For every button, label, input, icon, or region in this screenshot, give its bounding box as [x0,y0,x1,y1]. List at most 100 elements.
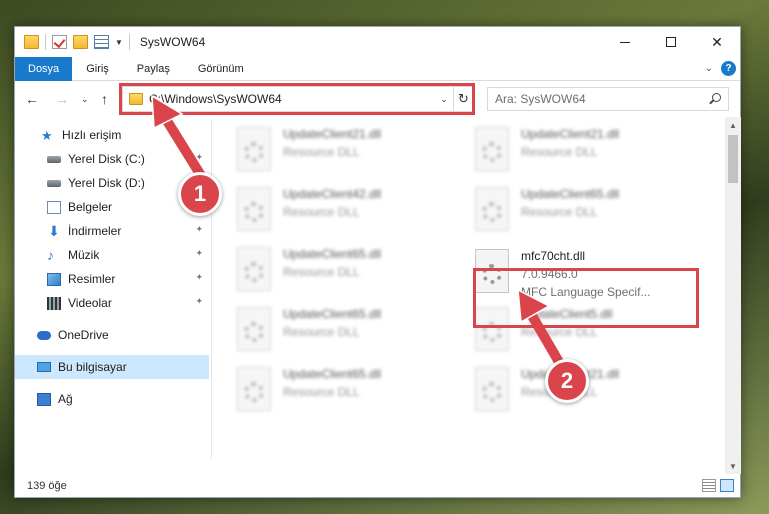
forward-button[interactable]: → [55,91,69,107]
tab-home[interactable]: Giriş [72,57,123,81]
up-button[interactable]: ↑ [101,91,108,107]
documents-icon [47,200,61,214]
file-description: Resource DLL [521,145,598,159]
file-name: UpdateClient42.dll [283,187,382,201]
file-name: mfc70cht.dll [521,249,586,263]
address-highlight-box [119,83,475,115]
new-folder-icon[interactable] [73,35,88,49]
sidebar-item-quick-access[interactable]: ★ Hızlı erişim [15,123,209,147]
dll-file-icon [237,187,271,231]
sidebar-item-label: Müzik [68,248,100,262]
file-item[interactable]: UpdateClient21.dll Resource DLL [451,123,676,183]
file-item[interactable]: UpdateClient65.dll Resource DLL [213,303,438,363]
file-name: UpdateClient21.dll [283,127,382,141]
gear-icon [482,202,502,222]
sidebar-item-videos[interactable]: Videolar ✦ [15,291,209,315]
tab-view[interactable]: Görünüm [184,57,258,81]
sidebar-item-label: OneDrive [58,328,109,342]
dll-file-icon [237,367,271,411]
file-description: Resource DLL [283,265,360,279]
pane-splitter[interactable] [211,119,212,459]
pin-icon[interactable]: ✦ [195,224,203,235]
qat-dropdown-icon[interactable]: ▼ [115,38,123,47]
dll-file-icon [237,127,271,171]
scroll-thumb[interactable] [728,135,738,183]
sidebar-item-network[interactable]: Ağ [15,387,209,411]
sidebar-item-label: İndirmeler [68,224,122,238]
search-icon[interactable] [712,93,721,102]
gear-icon [244,202,264,222]
status-bar: 139 öğe [15,475,740,497]
back-button[interactable]: ← [25,91,39,107]
file-name: UpdateClient65.dll [521,187,620,201]
file-list: UpdateClient21.dll Resource DLL UpdateCl… [213,119,725,474]
pin-icon[interactable]: ✦ [195,152,203,163]
vertical-scrollbar[interactable]: ▲ ▼ [725,117,741,474]
sidebar-item-label: Videolar [68,296,112,310]
disk-icon [47,155,61,163]
sidebar-item-disk-c[interactable]: Yerel Disk (C:) ✦ [15,147,209,171]
scroll-up-icon[interactable]: ▲ [725,117,741,133]
expand-ribbon-icon[interactable]: ⌄ [705,63,713,74]
sidebar-item-music[interactable]: ♪ Müzik ✦ [15,243,209,267]
sidebar-item-downloads[interactable]: ⬇ İndirmeler ✦ [15,219,209,243]
help-icon[interactable]: ? [721,61,736,76]
minimize-button[interactable] [602,27,648,57]
item-count: 139 öğe [27,480,67,492]
file-description: Resource DLL [521,205,598,219]
recent-locations-button[interactable]: ⌄ [81,94,89,105]
navigation-pane: ★ Hızlı erişim Yerel Disk (C:) ✦ Yerel D… [15,119,209,474]
quick-access-toolbar: ▼ [15,34,130,50]
properties-check-icon[interactable] [52,35,67,49]
sidebar-item-this-pc[interactable]: Bu bilgisayar [15,355,209,379]
onedrive-icon [37,330,51,340]
download-icon: ⬇ [48,222,60,239]
tab-share[interactable]: Paylaş [123,57,184,81]
sidebar-item-label: Belgeler [68,200,113,214]
file-description: Resource DLL [283,205,360,219]
tab-file[interactable]: Dosya [15,56,73,81]
dll-file-icon [475,127,509,171]
window-controls: ✕ [602,27,740,57]
maximize-button[interactable] [648,27,694,57]
pin-icon[interactable]: ✦ [195,296,203,307]
folder-icon [24,35,39,49]
window-title: SysWOW64 [139,35,206,49]
file-name: UpdateClient21.dll [521,127,620,141]
file-description: Resource DLL [283,145,360,159]
customize-icon[interactable] [94,35,109,49]
toolbar-divider [128,34,130,50]
music-icon: ♪ [47,246,54,263]
details-view-icon[interactable] [702,479,716,492]
sidebar-item-label: Resimler [68,272,116,286]
sidebar-item-onedrive[interactable]: OneDrive [15,323,209,347]
title-bar: ▼ SysWOW64 ✕ [15,27,740,57]
gear-icon [482,382,502,402]
dll-file-icon [237,307,271,351]
file-name: UpdateClient65.dll [283,247,382,261]
tiles-view-icon[interactable] [720,479,734,492]
gear-icon [244,382,264,402]
file-item[interactable]: UpdateClient65.dll Resource DLL [451,183,676,243]
close-button[interactable]: ✕ [694,27,740,57]
file-item[interactable]: UpdateClient21.dll Resource DLL [213,123,438,183]
search-input[interactable]: Ara: SysWOW64 [487,87,729,111]
gear-icon [244,142,264,162]
pin-icon[interactable]: ✦ [195,272,203,283]
toolbar-divider [45,34,46,50]
scroll-down-icon[interactable]: ▼ [725,458,741,474]
file-description: Resource DLL [283,325,360,339]
file-item[interactable]: UpdateClient65.dll Resource DLL [213,363,438,423]
navigation-bar: ← → ⌄ ↑ C:\Windows\SysWOW64 ⌄ ↻ Ara: Sys… [15,83,740,117]
step-2-badge: 2 [545,359,589,403]
disk-icon [47,179,61,187]
pin-icon[interactable]: ✦ [195,248,203,259]
file-item[interactable]: UpdateClient42.dll Resource DLL [213,183,438,243]
sidebar-item-pictures[interactable]: Resimler ✦ [15,267,209,291]
file-item[interactable]: UpdateClient65.dll Resource DLL [213,243,438,303]
sidebar-item-label: Hızlı erişim [62,128,122,142]
step-1-badge: 1 [178,172,222,216]
video-icon [47,296,61,310]
dll-file-icon [475,367,509,411]
ribbon-right-controls: ⌄ ? [705,61,736,76]
